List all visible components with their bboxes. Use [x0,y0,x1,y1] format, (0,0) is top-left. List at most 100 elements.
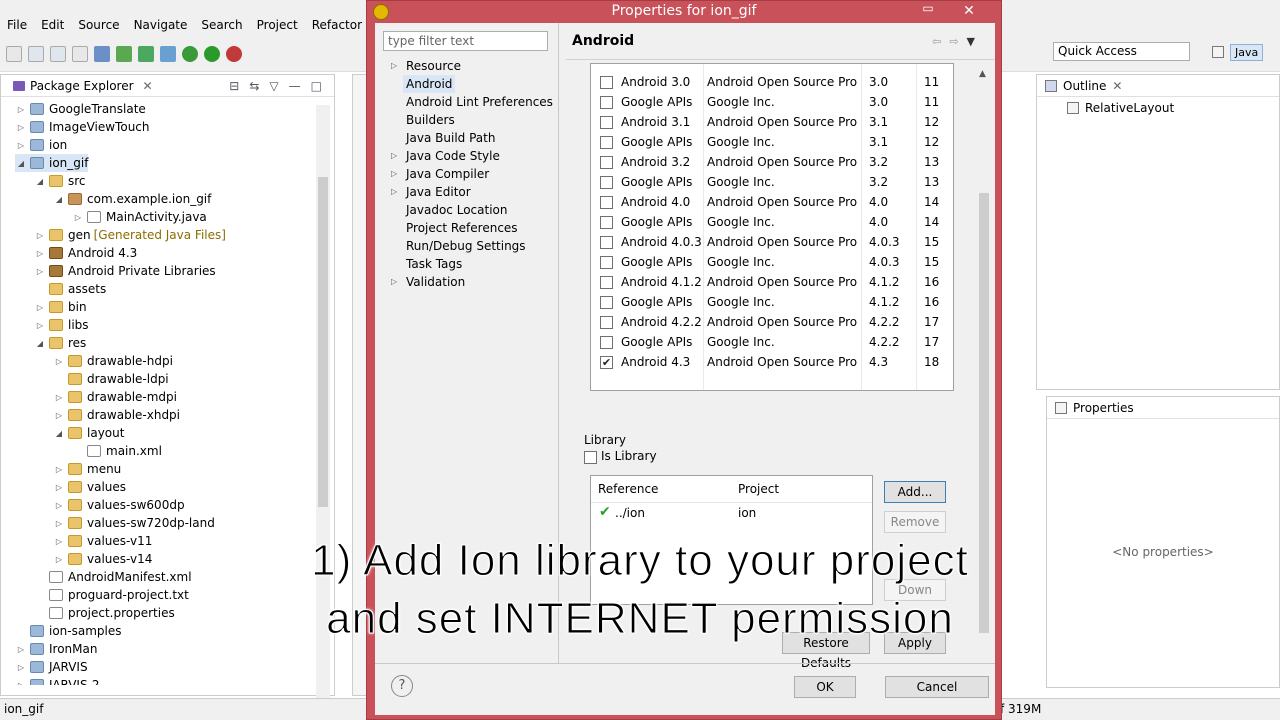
collapsed-arrow-icon[interactable]: ▷ [391,169,397,178]
collapsed-arrow-icon[interactable]: ▷ [15,141,27,150]
collapsed-arrow-icon[interactable]: ▷ [391,151,397,160]
view-menu-icon[interactable]: ▽ [269,79,278,93]
target-checkbox[interactable] [600,296,613,309]
collapsed-arrow-icon[interactable]: ▷ [391,187,397,196]
table-row[interactable]: Google APIs Google Inc. 3.1 12 [591,132,953,152]
tree-item[interactable]: ▷ GoogleTranslate [15,100,146,118]
scroll-up-icon[interactable]: ▲ [979,69,986,79]
properties-title[interactable]: Properties [1073,401,1134,415]
nav-item[interactable]: Java Compiler [403,165,492,183]
target-checkbox[interactable] [600,316,613,329]
tree-item[interactable]: ▷ drawable-xhdpi [53,406,180,424]
tree-item[interactable]: ▷ libs [34,316,89,334]
table-row[interactable]: Android 3.0 Android Open Source Proj... 3.… [591,72,953,92]
tree-item[interactable]: ◢ ion_gif [15,154,89,172]
collapsed-arrow-icon[interactable]: ▷ [53,411,65,420]
close-tab-icon[interactable]: ✕ [143,79,153,93]
heap-status[interactable]: f 319M [1000,699,1041,719]
collapsed-arrow-icon[interactable]: ▷ [15,663,27,672]
forward-icon[interactable]: ⇨ [949,35,958,48]
expanded-arrow-icon[interactable]: ◢ [34,339,46,348]
filter-input[interactable]: type filter text [383,31,548,51]
nav-item[interactable]: Validation [403,273,468,291]
table-row[interactable]: Google APIs Google Inc. 3.0 11 [591,92,953,112]
tree-item[interactable]: ◢ layout [53,424,125,442]
debug-icon[interactable] [182,46,198,62]
ok-button[interactable]: OK [794,676,856,698]
reference-column-header[interactable]: Reference [598,482,658,496]
collapsed-arrow-icon[interactable]: ▷ [34,303,46,312]
nav-item[interactable]: Java Build Path [403,129,498,147]
collapsed-arrow-icon[interactable]: ▷ [391,61,397,70]
collapsed-arrow-icon[interactable]: ▷ [391,277,397,286]
target-checkbox[interactable] [600,116,613,129]
nav-item[interactable]: Javadoc Location [403,201,510,219]
tree-item[interactable]: ▷ values-sw600dp [53,496,185,514]
target-checkbox[interactable] [600,76,613,89]
is-library-checkbox[interactable] [584,451,597,464]
external-tools-icon[interactable] [226,46,242,62]
table-row[interactable]: Google APIs Google Inc. 4.0 14 [591,212,953,232]
collapse-all-icon[interactable]: ⊟ [229,79,239,93]
nav-item[interactable]: Android [403,75,456,93]
tree-item[interactable]: drawable-ldpi [53,370,169,388]
collapsed-arrow-icon[interactable]: ▷ [34,321,46,330]
tree-item[interactable]: ▷ MainActivity.java [72,208,207,226]
is-library-label[interactable]: Is Library [601,449,657,463]
cancel-button[interactable]: Cancel [885,676,989,698]
package-explorer-tab[interactable]: Package Explorer ✕ [13,79,153,93]
close-tab-icon[interactable]: ✕ [1112,79,1122,93]
tree-item[interactable]: ▷ drawable-mdpi [53,388,177,406]
link-editor-icon[interactable]: ⇆ [249,79,259,93]
target-checkbox[interactable] [600,236,613,249]
add-button[interactable]: Add... [884,481,946,503]
nav-item[interactable]: Builders [403,111,458,129]
tree-item[interactable]: ▷ JARVIS [15,658,88,676]
table-row[interactable]: Android 4.0 Android Open Source Proj... 4.… [591,192,953,212]
tree-item[interactable]: ▷ ion [15,136,67,154]
nav-item[interactable]: Java Code Style [403,147,503,165]
tree-item[interactable]: ▷ drawable-hdpi [53,352,173,370]
help-button[interactable]: ? [391,675,413,697]
tree-item[interactable]: ▷ Android 4.3 [34,244,137,262]
target-checkbox[interactable] [600,256,613,269]
table-row[interactable]: Google APIs Google Inc. 4.0.3 15 [591,252,953,272]
target-checkbox[interactable] [600,176,613,189]
avd-manager-icon[interactable] [116,46,132,62]
nav-item[interactable]: Project References [403,219,521,237]
nav-item[interactable]: Android Lint Preferences [403,93,556,111]
quick-access-input[interactable]: Quick Access [1053,42,1190,61]
target-checkbox[interactable] [600,276,613,289]
table-row[interactable]: Google APIs Google Inc. 3.2 13 [591,172,953,192]
target-checkbox[interactable] [600,156,613,169]
nav-item[interactable]: Task Tags [403,255,465,273]
collapsed-arrow-icon[interactable]: ▷ [15,681,27,686]
table-row[interactable]: Android 3.2 Android Open Source Proj... 3.… [591,152,953,172]
scrollbar-thumb[interactable] [318,177,328,507]
tree-item[interactable]: ▷ menu [53,460,121,478]
outline-title[interactable]: Outline [1063,79,1106,93]
save-all-icon[interactable] [50,46,66,62]
collapsed-arrow-icon[interactable]: ▷ [15,123,27,132]
android-sdk-icon[interactable] [94,46,110,62]
table-row[interactable]: Google APIs Google Inc. 4.2.2 17 [591,332,953,352]
new-icon[interactable] [6,46,22,62]
tree-item[interactable]: ◢ src [34,172,86,190]
run-icon[interactable] [204,46,220,62]
tree-item[interactable]: ▷ bin [34,298,87,316]
collapsed-arrow-icon[interactable]: ▷ [53,465,65,474]
expanded-arrow-icon[interactable]: ◢ [15,159,27,168]
collapsed-arrow-icon[interactable]: ▷ [15,105,27,114]
target-checkbox[interactable]: ✔ [600,356,613,369]
table-row[interactable]: Android 3.1 Android Open Source Proj... 3.… [591,112,953,132]
expanded-arrow-icon[interactable]: ◢ [53,429,65,438]
expanded-arrow-icon[interactable]: ◢ [53,195,65,204]
collapsed-arrow-icon[interactable]: ▷ [34,267,46,276]
menu-source[interactable]: Source [71,16,126,34]
target-checkbox[interactable] [600,196,613,209]
menu-file[interactable]: File [0,16,34,34]
collapsed-arrow-icon[interactable]: ▷ [34,231,46,240]
page-menu-icon[interactable]: ▼ [967,35,975,48]
project-column-header[interactable]: Project [738,482,779,496]
menu-navigate[interactable]: Navigate [127,16,195,34]
